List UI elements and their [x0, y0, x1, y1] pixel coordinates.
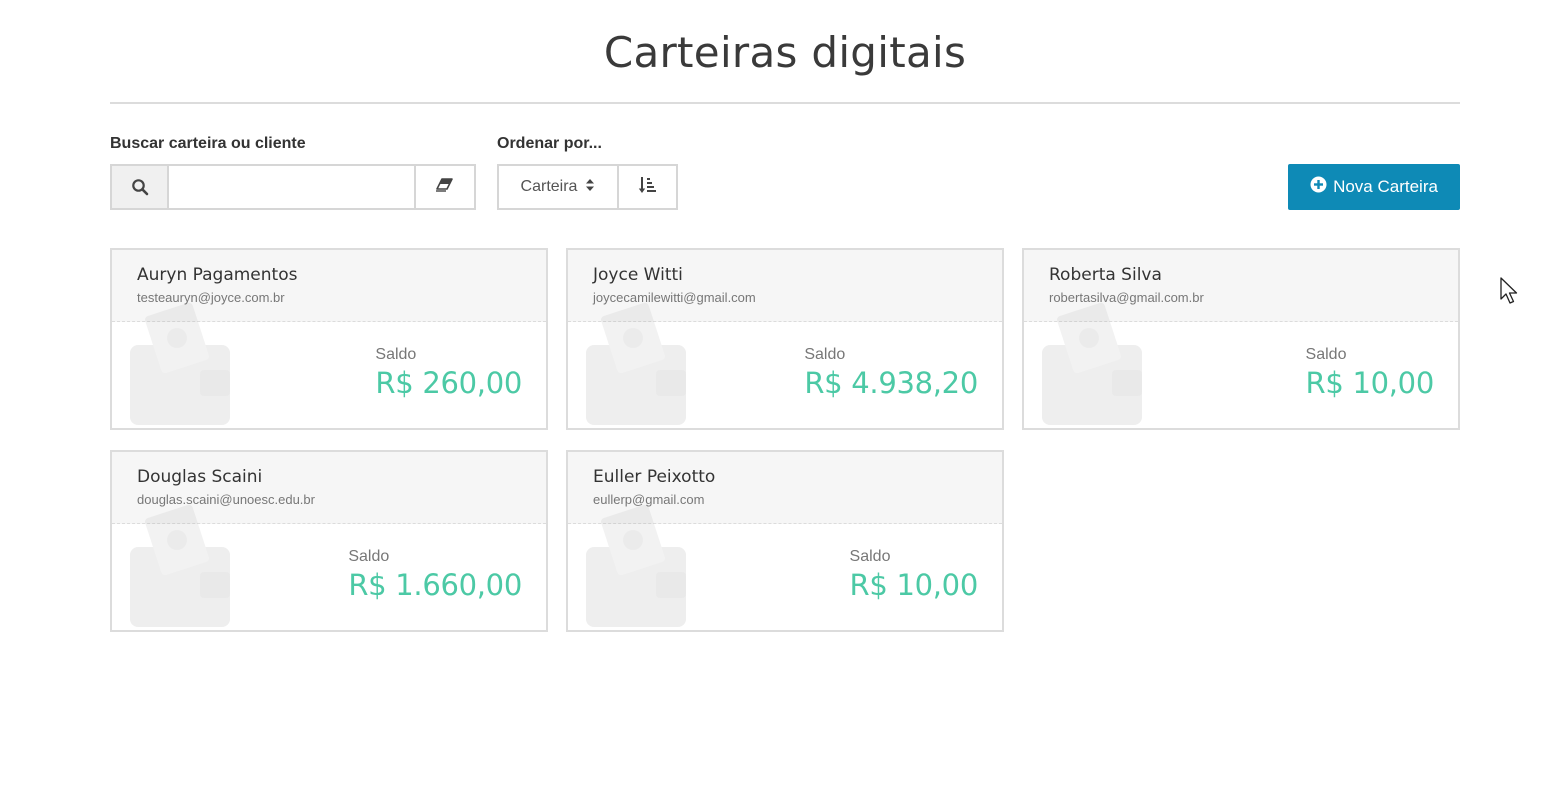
- balance-value: R$ 4.938,20: [804, 366, 978, 400]
- wallet-icon: [586, 302, 686, 425]
- order-selected-value: Carteira: [520, 178, 578, 195]
- wallet-client-name: Joyce Witti: [593, 265, 683, 285]
- wallet-card[interactable]: Joyce Witti joycecamilewitti@gmail.com S…: [566, 248, 1004, 430]
- wallet-card[interactable]: Douglas Scaini douglas.scaini@unoesc.edu…: [110, 450, 548, 632]
- order-label: Ordenar por...: [497, 135, 602, 152]
- wallet-card[interactable]: Euller Peixotto eullerp@gmail.com Saldo …: [566, 450, 1004, 632]
- wallet-balance: Saldo R$ 4.938,20: [804, 346, 978, 400]
- wallet-card[interactable]: Auryn Pagamentos testeauryn@joyce.com.br…: [110, 248, 548, 430]
- wallet-client-name: Auryn Pagamentos: [137, 265, 298, 285]
- page-title: Carteiras digitais: [603, 28, 967, 77]
- wallet-icon: [130, 504, 230, 627]
- clear-search-button[interactable]: [416, 166, 474, 208]
- search-group: [110, 164, 476, 210]
- new-wallet-label: Nova Carteira: [1333, 177, 1438, 196]
- balance-value: R$ 10,00: [849, 568, 979, 602]
- plus-circle-icon: [1310, 176, 1327, 198]
- wallet-balance: Saldo R$ 260,00: [375, 346, 522, 400]
- balance-label: Saldo: [804, 346, 846, 363]
- order-group: Carteira: [497, 164, 678, 210]
- eraser-icon: [435, 177, 455, 197]
- balance-label: Saldo: [849, 548, 891, 565]
- wallet-icon: [1042, 302, 1142, 425]
- order-select[interactable]: Carteira: [499, 166, 619, 208]
- sort-caret-icon: [585, 178, 595, 197]
- wallets-page: Carteiras digitais Buscar carteira ou cl…: [0, 0, 1547, 789]
- balance-label: Saldo: [375, 346, 417, 363]
- search-input[interactable]: [169, 166, 416, 208]
- new-wallet-button[interactable]: Nova Carteira: [1288, 164, 1460, 210]
- wallet-card[interactable]: Roberta Silva robertasilva@gmail.com.br …: [1022, 248, 1460, 430]
- sort-amount-asc-icon: [638, 175, 658, 200]
- balance-label: Saldo: [348, 548, 390, 565]
- wallet-icon: [586, 504, 686, 627]
- wallet-balance: Saldo R$ 1.660,00: [348, 548, 522, 602]
- search-label: Buscar carteira ou cliente: [110, 135, 306, 152]
- wallet-client-name: Euller Peixotto: [593, 467, 716, 487]
- balance-value: R$ 1.660,00: [348, 568, 522, 602]
- wallet-balance: Saldo R$ 10,00: [849, 548, 979, 602]
- search-icon: [112, 166, 169, 208]
- wallet-client-name: Roberta Silva: [1049, 265, 1162, 285]
- balance-value: R$ 10,00: [1305, 366, 1435, 400]
- mouse-cursor-icon: [1500, 277, 1518, 304]
- title-divider: [110, 102, 1460, 104]
- wallet-client-name: Douglas Scaini: [137, 467, 263, 487]
- sort-direction-button[interactable]: [619, 166, 676, 208]
- wallet-balance: Saldo R$ 10,00: [1305, 346, 1435, 400]
- wallet-icon: [130, 302, 230, 425]
- balance-value: R$ 260,00: [375, 366, 522, 400]
- balance-label: Saldo: [1305, 346, 1347, 363]
